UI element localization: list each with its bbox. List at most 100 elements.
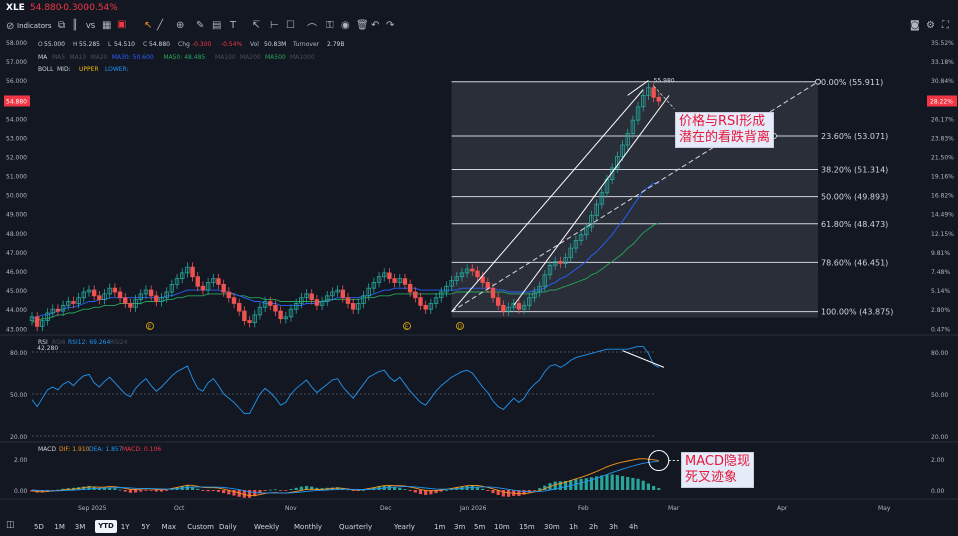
ma-legend-item: MA5 (52, 54, 65, 61)
price-axis-label: 49.000 (6, 212, 27, 219)
layout-icon[interactable]: ▦ (102, 20, 111, 31)
range-1y[interactable]: 1Y (121, 523, 130, 531)
redo-icon[interactable]: ↷ (386, 20, 394, 31)
indicators-button[interactable]: Indicators (17, 22, 52, 30)
macd-hist-label: MACD: 0.106 (122, 446, 161, 453)
range-ytd[interactable]: YTD (95, 520, 117, 533)
range-3m[interactable]: 3M (75, 523, 86, 531)
range-max[interactable]: Max (162, 523, 176, 531)
pct-axis-label: 0.47% (931, 326, 950, 333)
last-price: 54.880 (30, 3, 62, 13)
settings-icon[interactable]: ⚙ (926, 20, 935, 31)
interval-3h[interactable]: 3h (609, 523, 618, 531)
macd-cross-note: MACD隐现 死叉迹象 (681, 452, 754, 488)
range-5d[interactable]: 5D (34, 523, 44, 531)
macd-histogram-bar (165, 490, 169, 491)
macd-histogram-bar (506, 490, 511, 497)
bar-type-icon[interactable]: ║ (72, 20, 78, 31)
ma-legend-item: MA500 (265, 54, 286, 61)
rsi-axis-label: 20.00 (10, 434, 27, 441)
macd-histogram-bar (657, 488, 661, 490)
macd-dif-label: DIF: 1.910 (59, 446, 90, 453)
interval-1h[interactable]: 1h (569, 523, 578, 531)
shapes-icon[interactable]: ⊕ (176, 20, 184, 31)
fib-level-label: 38.20% (51.314) (821, 166, 888, 175)
macd-histogram-bar (652, 485, 656, 490)
candle-body (190, 266, 195, 278)
trash-icon[interactable]: 🗑 (356, 20, 369, 31)
interval-daily[interactable]: Daily (219, 523, 237, 531)
pct-axis-label: 12.15% (931, 231, 954, 238)
macd-histogram-bar (620, 476, 625, 490)
indicators-icon[interactable]: ⊘ (6, 21, 14, 32)
brush-icon[interactable]: ✎ (196, 20, 204, 31)
interval-weekly[interactable]: Weekly (254, 523, 279, 531)
trendline-icon[interactable]: ╱ (157, 20, 163, 31)
interval-yearly[interactable]: Yearly (394, 523, 415, 531)
interval-5m[interactable]: 5m (474, 523, 485, 531)
candle-body (495, 297, 501, 306)
legend-value: 55.000 (44, 41, 65, 48)
panel-toggle-icon[interactable]: ◫ (6, 520, 15, 530)
legend-value: 50.83M (264, 41, 286, 48)
pct-axis-label: 19.16% (931, 174, 954, 181)
x-axis-label: Jan 2026 (459, 505, 487, 512)
range-5y[interactable]: 5Y (141, 523, 150, 531)
interval-quarterly[interactable]: Quarterly (339, 523, 372, 531)
macd-axis-label: 2.00 (14, 457, 28, 464)
macd-histogram-bar (610, 474, 614, 490)
vs-button[interactable]: VS (86, 22, 95, 30)
macd-histogram-bar (149, 490, 153, 491)
interval-30m[interactable]: 30m (544, 523, 560, 531)
template-icon[interactable]: ▣ (117, 19, 126, 30)
macd-histogram-bar (196, 488, 200, 490)
interval-15m[interactable]: 15m (519, 523, 535, 531)
interval-1m[interactable]: 1m (434, 523, 445, 531)
macd-histogram-bar (159, 490, 164, 492)
candle-body (200, 285, 206, 291)
range-custom[interactable]: Custom (187, 523, 214, 531)
symbol-name[interactable]: XLE (6, 3, 25, 13)
camera-icon[interactable]: ◙ (910, 20, 920, 31)
price-axis-label: 50.000 (6, 193, 27, 200)
interval-10m[interactable]: 10m (494, 523, 510, 531)
interval-4h[interactable]: 4h (629, 523, 638, 531)
macd-histogram-bar (361, 490, 366, 491)
fib-icon[interactable]: ▤ (212, 20, 221, 31)
interval-2h[interactable]: 2h (589, 523, 598, 531)
macd-histogram-bar (134, 490, 138, 493)
undo-icon[interactable]: ↶ (371, 20, 379, 31)
chart-canvas[interactable]: 0.00% (55.911) 23.60% (53.071) 38.20% (51.… (0, 0, 958, 536)
legend-value: 54.510 (114, 41, 135, 48)
macd-axis-label-right: 2.00 (931, 457, 945, 464)
price-axis-label: 47.000 (6, 250, 27, 257)
macd-histogram-bar (284, 490, 288, 491)
x-axis-label: Oct (174, 505, 185, 512)
macd-histogram-bar (538, 488, 542, 490)
note-icon[interactable]: ☐ (286, 20, 295, 31)
macd-histogram-bar (600, 475, 604, 490)
measure-icon[interactable]: ↸ (252, 20, 260, 31)
macd-histogram-bar (289, 489, 293, 490)
macd-histogram-bar (113, 488, 117, 490)
cursor-icon[interactable]: ↖ (144, 20, 152, 31)
magnet-icon[interactable]: ⌒ (307, 20, 317, 35)
price-axis-label: 44.000 (6, 307, 27, 314)
ma-legend-item: MA100 (215, 54, 236, 61)
fullscreen-icon[interactable]: ⛶ (942, 20, 949, 31)
interval-3m[interactable]: 3m (454, 523, 465, 531)
candle-body (387, 272, 392, 280)
macd-histogram-bar (118, 489, 122, 491)
candle-body (268, 301, 273, 306)
rsi12-label: RSI12: 69.264 (68, 339, 110, 346)
eye-icon[interactable]: ◉ (341, 20, 350, 31)
lock-icon[interactable]: ⚿ (326, 20, 334, 31)
price-axis-label: 53.000 (6, 135, 27, 142)
candle-body (221, 283, 226, 293)
range-1m[interactable]: 1M (54, 523, 65, 531)
interval-monthly[interactable]: Monthly (294, 523, 322, 531)
ma-legend-item: MA10 (69, 54, 86, 61)
compare-icon[interactable]: ⧉ (58, 20, 65, 31)
ruler-icon[interactable]: ⊢ (270, 20, 279, 31)
text-icon[interactable]: T (230, 20, 236, 31)
